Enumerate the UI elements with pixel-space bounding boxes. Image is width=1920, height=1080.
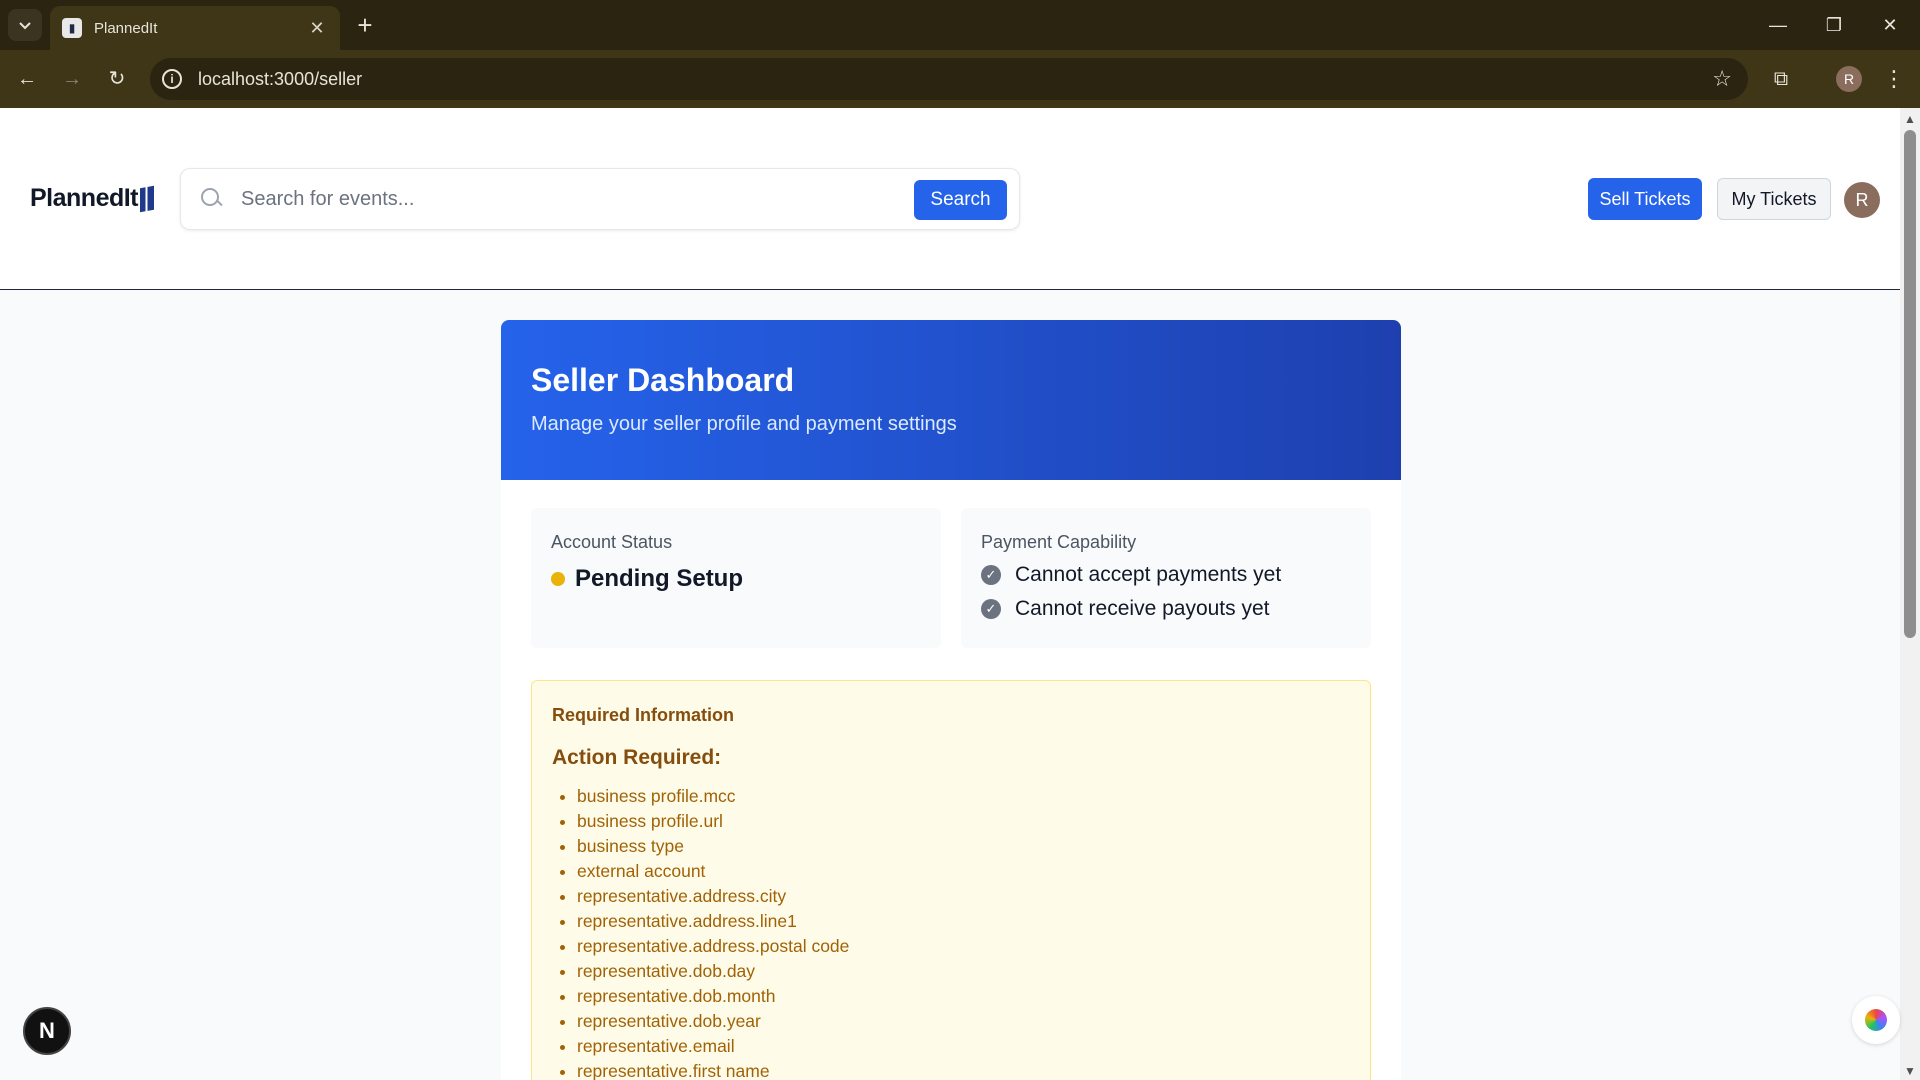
restore-icon[interactable]: ❐ <box>1814 8 1854 42</box>
list-item: representative.address.city <box>577 884 1350 909</box>
required-info-label: Required Information <box>552 705 735 725</box>
logo-mark-icon <box>140 185 155 212</box>
page-viewport: PlannedIt Search Sell Tickets My Tickets… <box>0 108 1900 1080</box>
capability-text: Cannot accept payments yet <box>1015 563 1282 586</box>
search-button[interactable]: Search <box>914 180 1007 220</box>
check-circle-icon: ✓ <box>981 565 1001 585</box>
check-circle-icon: ✓ <box>981 599 1001 619</box>
logo-text: PlannedIt <box>30 184 139 212</box>
browser-tab[interactable]: ▮ PlannedIt ✕ <box>50 6 340 50</box>
capability-item: ✓ Cannot accept payments yet <box>981 563 1351 587</box>
browser-profile-avatar[interactable]: R <box>1836 66 1862 92</box>
close-tab-icon[interactable]: ✕ <box>306 18 328 39</box>
list-item: external account <box>577 859 1350 884</box>
nextjs-dev-badge[interactable]: N <box>23 1007 71 1055</box>
site-logo[interactable]: PlannedIt <box>30 184 155 213</box>
bookmark-star-icon[interactable]: ☆ <box>1712 66 1732 92</box>
account-status-box: Account Status Pending Setup <box>531 508 941 648</box>
extensions-icon[interactable]: ⧉ <box>1764 62 1798 96</box>
address-bar[interactable]: i localhost:3000/seller ☆ <box>150 58 1748 100</box>
list-item: representative.dob.day <box>577 959 1350 984</box>
browser-menu-icon[interactable]: ⋮ <box>1880 62 1908 96</box>
capability-text: Cannot receive payouts yet <box>1015 597 1270 620</box>
list-item: representative.first name <box>577 1059 1350 1080</box>
browser-toolbar: ← → ↻ i localhost:3000/seller ☆ <box>0 50 1920 108</box>
my-tickets-button[interactable]: My Tickets <box>1717 178 1831 220</box>
scroll-thumb[interactable] <box>1904 130 1916 638</box>
account-status-value: Pending Setup <box>551 565 921 593</box>
reload-icon[interactable]: ↻ <box>100 62 134 96</box>
list-item: representative.address.postal code <box>577 934 1350 959</box>
capability-item: ✓ Cannot receive payouts yet <box>981 597 1351 621</box>
assistant-widget-button[interactable] <box>1852 996 1900 1044</box>
close-window-icon[interactable]: ✕ <box>1870 8 1910 42</box>
url-text[interactable]: localhost:3000/seller <box>198 69 362 90</box>
dashboard-hero: Seller Dashboard Manage your seller prof… <box>501 320 1401 480</box>
required-info-box: Required Information Action Required: bu… <box>531 680 1371 1080</box>
site-info-icon[interactable]: i <box>162 69 182 89</box>
list-item: representative.email <box>577 1034 1350 1059</box>
search-icon <box>201 188 223 210</box>
brain-icon <box>1865 1009 1887 1031</box>
chevron-down-icon <box>19 22 31 30</box>
status-text: Pending Setup <box>575 565 743 592</box>
list-item: representative.address.line1 <box>577 909 1350 934</box>
status-dot-icon <box>551 572 565 586</box>
search-bar: Search <box>180 168 1020 230</box>
tab-title: PlannedIt <box>94 19 158 37</box>
list-item: representative.dob.month <box>577 984 1350 1009</box>
list-item: business profile.mcc <box>577 784 1350 809</box>
list-item: representative.dob.year <box>577 1009 1350 1034</box>
page-scrollbar[interactable]: ▲ ▼ <box>1900 108 1920 1080</box>
scroll-up-icon[interactable]: ▲ <box>1904 112 1916 126</box>
list-item: business type <box>577 834 1350 859</box>
search-input[interactable] <box>241 187 881 211</box>
minimize-icon[interactable]: — <box>1758 8 1798 42</box>
back-icon[interactable]: ← <box>10 62 44 96</box>
site-header: PlannedIt Search Sell Tickets My Tickets… <box>0 108 1900 290</box>
scroll-down-icon[interactable]: ▼ <box>1904 1064 1916 1078</box>
action-required-title: Action Required: <box>552 746 722 769</box>
list-item: business profile.url <box>577 809 1350 834</box>
seller-dashboard-card: Seller Dashboard Manage your seller prof… <box>501 320 1401 1080</box>
forward-icon[interactable]: → <box>55 62 89 96</box>
user-avatar[interactable]: R <box>1844 182 1880 218</box>
new-tab-button[interactable]: + <box>350 10 380 40</box>
payment-capability-box: Payment Capability ✓ Cannot accept payme… <box>961 508 1371 648</box>
account-status-label: Account Status <box>551 532 673 552</box>
sell-tickets-button[interactable]: Sell Tickets <box>1588 178 1702 220</box>
page-subtitle: Manage your seller profile and payment s… <box>531 413 957 435</box>
required-fields-list: business profile.mcc business profile.ur… <box>552 784 1350 1080</box>
payment-capability-label: Payment Capability <box>981 532 1137 552</box>
favicon-icon: ▮ <box>62 18 82 38</box>
tab-search-button[interactable] <box>8 9 42 41</box>
status-row: Account Status Pending Setup Payment Cap… <box>531 508 1371 648</box>
browser-tab-strip: ▮ PlannedIt ✕ + — ❐ ✕ <box>0 0 1920 50</box>
page-title: Seller Dashboard <box>531 362 795 398</box>
